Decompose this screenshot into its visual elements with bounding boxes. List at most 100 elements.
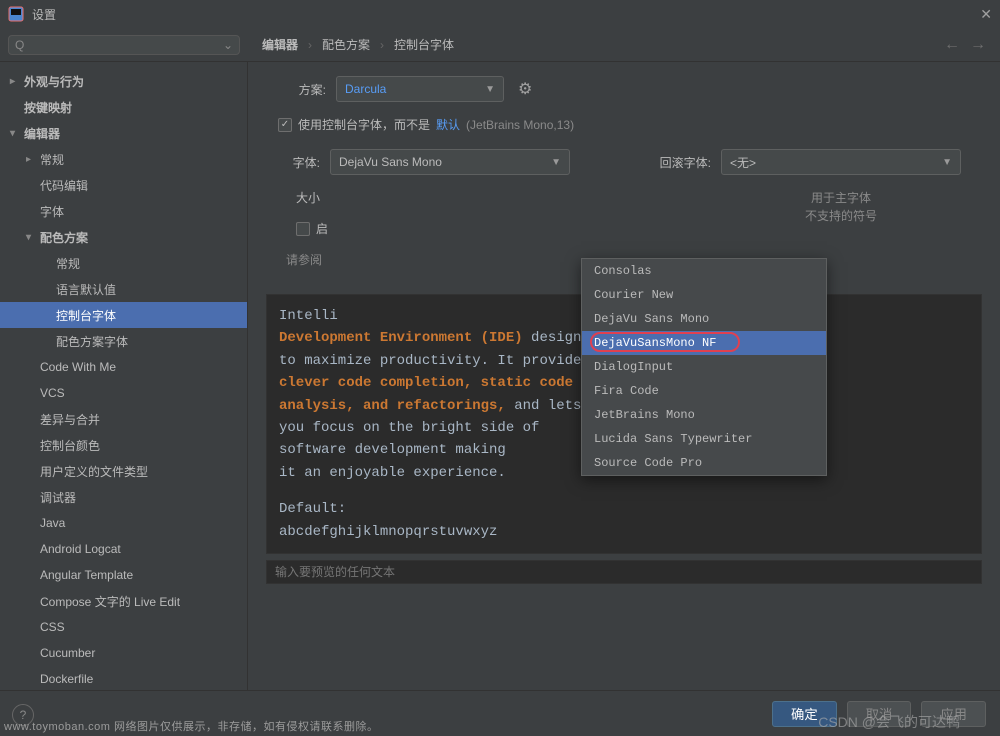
titlebar: 设置 ✕ xyxy=(0,0,1000,28)
sidebar-item[interactable]: Java xyxy=(0,510,247,536)
default-font-detail: (JetBrains Mono,13) xyxy=(466,118,574,132)
ligatures-label: 启 xyxy=(316,220,328,237)
sidebar-item[interactable]: ▾配色方案 xyxy=(0,224,247,250)
settings-tree[interactable]: ▸外观与行为按键映射▾编辑器▸常规代码编辑字体▾配色方案常规语言默认值控制台字体… xyxy=(0,62,248,690)
sidebar-item[interactable]: ▾编辑器 xyxy=(0,120,247,146)
annotation-circle xyxy=(590,332,740,352)
sidebar-item[interactable]: Cucumber xyxy=(0,640,247,666)
sidebar-item[interactable]: 控制台颜色 xyxy=(0,432,247,458)
fallback-hint: 用于主字体 不支持的符号 xyxy=(721,189,961,225)
see-also-label: 请参阅 xyxy=(286,251,322,268)
sidebar-item-label: 字体 xyxy=(40,203,64,220)
font-option[interactable]: Consolas xyxy=(582,259,826,283)
sidebar-item-label: 常规 xyxy=(40,151,64,168)
sidebar-item-label: Angular Template xyxy=(40,568,133,582)
chevron-down-icon: ▼ xyxy=(551,157,561,168)
sidebar-item[interactable]: Compose 文字的 Live Edit xyxy=(0,588,247,614)
search-input[interactable] xyxy=(28,38,223,52)
sidebar-item[interactable]: Code With Me xyxy=(0,354,247,380)
search-icon: Q xyxy=(15,38,24,52)
sidebar-item-label: 用户定义的文件类型 xyxy=(40,463,148,480)
sidebar-item[interactable]: VCS xyxy=(0,380,247,406)
use-console-font-checkbox[interactable] xyxy=(278,118,292,132)
font-label: 字体: xyxy=(276,154,320,171)
size-row: 大小 xyxy=(276,189,599,206)
sidebar-item-label: 语言默认值 xyxy=(56,281,116,298)
font-option[interactable]: DialogInput xyxy=(582,355,826,379)
chevron-right-icon: ▸ xyxy=(26,154,40,165)
breadcrumb-item[interactable]: 编辑器 xyxy=(262,36,298,53)
font-option[interactable]: DejaVuSansMono NF xyxy=(582,331,826,355)
font-dropdown-list[interactable]: ConsolasCourier NewDejaVu Sans MonoDejaV… xyxy=(581,258,827,476)
nav-arrows: ← → xyxy=(944,36,992,54)
font-option[interactable]: Fira Code xyxy=(582,379,826,403)
sidebar-item[interactable]: 按键映射 xyxy=(0,94,247,120)
search-box[interactable]: Q ⌄ xyxy=(8,35,240,55)
sidebar-item[interactable]: 代码编辑 xyxy=(0,172,247,198)
font-option[interactable]: Lucida Sans Typewriter xyxy=(582,427,826,451)
sidebar-item-label: 配色方案字体 xyxy=(56,333,128,350)
font-select[interactable]: DejaVu Sans Mono ▼ xyxy=(330,149,570,175)
breadcrumb: 编辑器 › 配色方案 › 控制台字体 xyxy=(262,36,944,53)
font-option[interactable]: Source Code Pro xyxy=(582,451,826,475)
chevron-down-icon: ▾ xyxy=(10,128,24,139)
breadcrumb-item[interactable]: 配色方案 xyxy=(322,36,370,53)
sidebar-item[interactable]: 字体 xyxy=(0,198,247,224)
sidebar-item[interactable]: 用户定义的文件类型 xyxy=(0,458,247,484)
sidebar-item[interactable]: 差异与合并 xyxy=(0,406,247,432)
scheme-label: 方案: xyxy=(266,81,326,98)
sidebar-item-label: 按键映射 xyxy=(24,99,72,116)
sidebar-item[interactable]: Angular Template xyxy=(0,562,247,588)
font-option[interactable]: JetBrains Mono xyxy=(582,403,826,427)
gear-icon[interactable]: ⚙ xyxy=(518,79,532,99)
fallback-row: 回滚字体: <无> ▼ xyxy=(649,149,982,175)
sidebar-item-label: Code With Me xyxy=(40,360,116,374)
font-option[interactable]: Courier New xyxy=(582,283,826,307)
sidebar-item-label: 外观与行为 xyxy=(24,73,84,90)
scheme-value: Darcula xyxy=(345,82,386,96)
chevron-down-icon: ▼ xyxy=(942,157,952,168)
breadcrumb-item[interactable]: 控制台字体 xyxy=(394,36,454,53)
scheme-row: 方案: Darcula ▼ ⚙ xyxy=(266,76,982,102)
fallback-select[interactable]: <无> ▼ xyxy=(721,149,961,175)
sidebar-item[interactable]: Android Logcat xyxy=(0,536,247,562)
font-row: 字体: DejaVu Sans Mono ▼ xyxy=(276,149,599,175)
sidebar-item-label: Compose 文字的 Live Edit xyxy=(40,593,180,610)
sidebar-item-label: 控制台字体 xyxy=(56,307,116,324)
back-icon[interactable]: ← xyxy=(944,36,960,54)
preview-text-input[interactable] xyxy=(266,560,982,584)
toolbar: Q ⌄ 编辑器 › 配色方案 › 控制台字体 ← → xyxy=(0,28,1000,62)
sidebar-item[interactable]: 控制台字体 xyxy=(0,302,247,328)
sidebar-item[interactable]: 常规 xyxy=(0,250,247,276)
watermark-bottom-left: www.toymoban.com 网络图片仅供展示，非存储，如有侵权请联系删除。 xyxy=(4,718,378,734)
ligatures-row: 启 xyxy=(296,220,599,237)
scheme-select[interactable]: Darcula ▼ xyxy=(336,76,504,102)
ligatures-checkbox[interactable] xyxy=(296,222,310,236)
use-console-font-row: 使用控制台字体，而不是 默认 (JetBrains Mono,13) xyxy=(278,116,982,133)
app-logo-icon xyxy=(8,6,24,22)
search-clear-icon[interactable]: ⌄ xyxy=(223,38,233,52)
sidebar-item[interactable]: 配色方案字体 xyxy=(0,328,247,354)
see-also-row: 请参阅 xyxy=(286,251,599,268)
chevron-right-icon: › xyxy=(308,38,312,52)
sidebar-item[interactable]: CSS xyxy=(0,614,247,640)
chevron-down-icon: ▾ xyxy=(26,232,40,243)
forward-icon[interactable]: → xyxy=(970,36,986,54)
sidebar-item-label: 调试器 xyxy=(40,489,76,506)
sidebar-item[interactable]: Dockerfile xyxy=(0,666,247,690)
sidebar-item-label: 配色方案 xyxy=(40,229,88,246)
settings-content: 方案: Darcula ▼ ⚙ 使用控制台字体，而不是 默认 (JetBrain… xyxy=(248,62,1000,690)
sidebar-item-label: Cucumber xyxy=(40,646,95,660)
close-icon[interactable]: ✕ xyxy=(980,6,992,23)
sidebar-item[interactable]: ▸常规 xyxy=(0,146,247,172)
sidebar-item[interactable]: 调试器 xyxy=(0,484,247,510)
sidebar-item-label: 常规 xyxy=(56,255,80,272)
sidebar-item[interactable]: 语言默认值 xyxy=(0,276,247,302)
sidebar-item[interactable]: ▸外观与行为 xyxy=(0,68,247,94)
sidebar-item-label: 代码编辑 xyxy=(40,177,88,194)
default-font-link[interactable]: 默认 xyxy=(436,116,460,133)
chevron-right-icon: ▸ xyxy=(10,76,24,87)
font-value: DejaVu Sans Mono xyxy=(339,155,442,169)
font-option[interactable]: DejaVu Sans Mono xyxy=(582,307,826,331)
fallback-label: 回滚字体: xyxy=(649,154,711,171)
